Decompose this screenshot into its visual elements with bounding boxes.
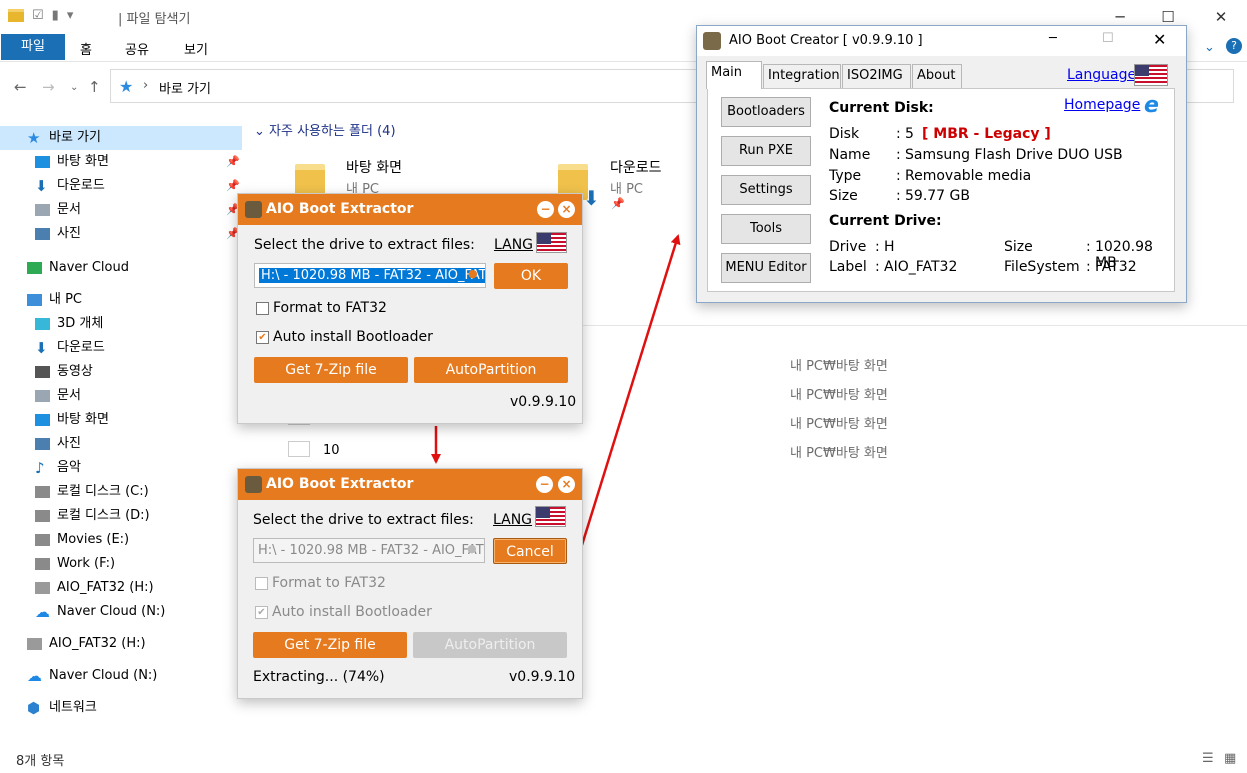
format-label: Format to FAT32 bbox=[273, 300, 387, 316]
get-7zip-button[interactable]: Get 7-Zip file bbox=[254, 357, 408, 383]
aio-boot-icon bbox=[245, 476, 262, 493]
drive-select[interactable]: H:\ - 1020.98 MB - FAT32 - AIO_FAT32 bbox=[254, 263, 486, 288]
extractor-titlebar: AIO Boot Extractor − × bbox=[238, 469, 582, 500]
aio-boot-icon bbox=[245, 201, 262, 218]
name-label: Name bbox=[829, 147, 871, 163]
autopartition-button[interactable]: AutoPartition bbox=[413, 632, 567, 658]
creator-maximize-button[interactable]: ☐ bbox=[1102, 31, 1114, 46]
creator-minimize-button[interactable]: ─ bbox=[1049, 31, 1057, 46]
creator-close-button[interactable]: ✕ bbox=[1153, 30, 1166, 49]
language-link[interactable]: Language bbox=[1067, 67, 1136, 83]
format-checkbox[interactable] bbox=[256, 302, 269, 315]
creator-title: AIO Boot Creator [ v0.9.9.10 ] bbox=[729, 33, 923, 48]
creator-titlebar: AIO Boot Creator [ v0.9.9.10 ] ─ ☐ ✕ bbox=[697, 26, 1186, 56]
extractor-title: AIO Boot Extractor bbox=[266, 476, 414, 492]
filesystem-value: FAT32 bbox=[1095, 259, 1137, 275]
auto-install-checkbox[interactable]: ✔ bbox=[256, 331, 269, 344]
ok-button[interactable]: OK bbox=[494, 263, 568, 289]
aio-boot-extractor-window-running: AIO Boot Extractor − × Select the drive … bbox=[237, 468, 583, 699]
autopartition-button[interactable]: AutoPartition bbox=[414, 357, 568, 383]
cancel-button[interactable]: Cancel bbox=[493, 538, 567, 564]
minimize-button[interactable]: − bbox=[537, 201, 554, 218]
extractor-titlebar: AIO Boot Extractor − × bbox=[238, 194, 582, 225]
drive-prompt: Select the drive to extract files: bbox=[254, 237, 475, 253]
aio-boot-icon bbox=[703, 32, 721, 50]
disk-value: 5 bbox=[905, 126, 914, 142]
partition-mode: [ MBR - Legacy ] bbox=[922, 126, 1051, 142]
bootloaders-button[interactable]: Bootloaders bbox=[721, 97, 811, 127]
format-checkbox[interactable] bbox=[255, 577, 268, 590]
size-label: Size bbox=[829, 188, 858, 204]
drive-prompt: Select the drive to extract files: bbox=[253, 512, 474, 528]
colon: : bbox=[896, 147, 901, 163]
size-value: 59.77 GB bbox=[905, 188, 970, 204]
arrow-up bbox=[580, 234, 681, 546]
extract-status: Extracting... (74%) bbox=[253, 669, 385, 685]
colon: : bbox=[875, 259, 880, 275]
settings-button[interactable]: Settings bbox=[721, 175, 811, 205]
version-text: v0.9.9.10 bbox=[509, 669, 576, 685]
auto-install-label: Auto install Bootloader bbox=[272, 604, 432, 620]
drive-size-label: Size bbox=[1004, 239, 1033, 255]
tab-about[interactable]: About bbox=[912, 64, 962, 88]
drive-select-value: H:\ - 1020.98 MB - FAT32 - AIO_FAT32 bbox=[258, 543, 485, 558]
aio-boot-extractor-window: AIO Boot Extractor − × Select the drive … bbox=[237, 193, 583, 424]
minimize-button[interactable]: − bbox=[536, 476, 553, 493]
aio-boot-creator-window: AIO Boot Creator [ v0.9.9.10 ] ─ ☐ ✕ Mai… bbox=[696, 25, 1187, 303]
tab-main[interactable]: Main bbox=[706, 61, 762, 89]
filesystem-label: FileSystem bbox=[1004, 259, 1080, 275]
colon: : bbox=[1086, 239, 1091, 255]
colon: : bbox=[1086, 259, 1091, 275]
volume-label-label: Label bbox=[829, 259, 867, 275]
us-flag-icon[interactable] bbox=[1134, 64, 1168, 86]
dropdown-icon[interactable]: ● bbox=[467, 542, 477, 555]
format-label: Format to FAT32 bbox=[272, 575, 386, 591]
lang-link[interactable]: LANG bbox=[493, 512, 532, 528]
drive-select-value: H:\ - 1020.98 MB - FAT32 - AIO_FAT32 bbox=[259, 268, 485, 283]
disk-label: Disk bbox=[829, 126, 860, 142]
tab-iso2img[interactable]: ISO2IMG bbox=[842, 64, 911, 88]
auto-install-checkbox[interactable]: ✔ bbox=[255, 606, 268, 619]
type-value: Removable media bbox=[905, 168, 1032, 184]
drive-label: Drive bbox=[829, 239, 867, 255]
us-flag-icon[interactable] bbox=[536, 232, 567, 253]
dropdown-icon[interactable]: ● bbox=[468, 267, 478, 280]
main-tab-panel: Bootloaders Run PXE Settings Tools MENU … bbox=[707, 88, 1175, 292]
colon: : bbox=[896, 168, 901, 184]
close-button[interactable]: × bbox=[558, 201, 575, 218]
lang-link[interactable]: LANG bbox=[494, 237, 533, 253]
volume-label-value: AIO_FAT32 bbox=[884, 259, 958, 275]
run-pxe-button[interactable]: Run PXE bbox=[721, 136, 811, 166]
name-value: Samsung Flash Drive DUO USB bbox=[905, 147, 1123, 163]
homepage-link[interactable]: Homepage bbox=[1064, 97, 1140, 113]
menu-editor-button[interactable]: MENU Editor bbox=[721, 253, 811, 283]
type-label: Type bbox=[829, 168, 862, 184]
colon: : bbox=[875, 239, 880, 255]
auto-install-label: Auto install Bootloader bbox=[273, 329, 433, 345]
current-disk-header: Current Disk: bbox=[829, 100, 934, 116]
colon: : bbox=[896, 188, 901, 204]
tools-button[interactable]: Tools bbox=[721, 214, 811, 244]
extractor-title: AIO Boot Extractor bbox=[266, 201, 414, 217]
internet-explorer-icon[interactable]: e bbox=[1144, 93, 1159, 118]
close-button[interactable]: × bbox=[558, 476, 575, 493]
get-7zip-button[interactable]: Get 7-Zip file bbox=[253, 632, 407, 658]
drive-select[interactable]: H:\ - 1020.98 MB - FAT32 - AIO_FAT32 bbox=[253, 538, 485, 563]
version-text: v0.9.9.10 bbox=[510, 394, 577, 410]
us-flag-icon[interactable] bbox=[535, 506, 566, 527]
current-drive-header: Current Drive: bbox=[829, 213, 942, 229]
colon: : bbox=[896, 126, 901, 142]
tab-integration[interactable]: Integration bbox=[763, 64, 841, 88]
drive-value: H bbox=[884, 239, 895, 255]
